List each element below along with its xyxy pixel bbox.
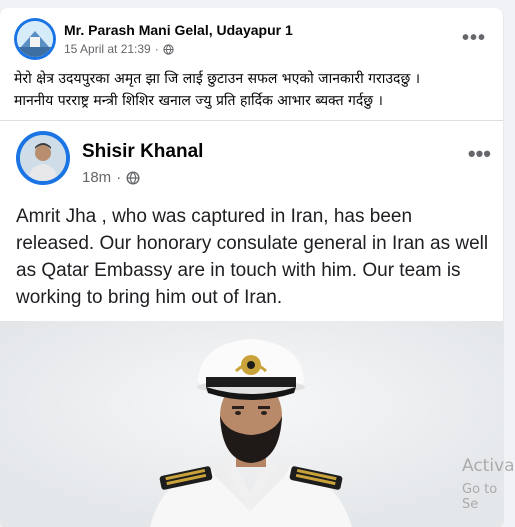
post-text: मेरो क्षेत्र उदयपुरका अमृत झा जि लाई छुट…: [14, 68, 494, 112]
post-date[interactable]: 15 April at 21:39: [64, 42, 151, 56]
post-card: Mr. Parash Mani Gelal, Udayapur 1 15 Apr…: [0, 8, 503, 527]
shared-post-text: Amrit Jha , who was captured in Iran, ha…: [16, 206, 489, 308]
avatar-image-icon: [17, 21, 53, 57]
globe-icon: [126, 170, 140, 185]
post-text-line-1: मेरो क्षेत्र उदयपुरका अमृत झा जि लाई छुट…: [14, 71, 421, 87]
shared-meta: 18m ·: [82, 169, 140, 186]
shared-post[interactable]: Shisir Khanal 18m · ••• Amrit Jha , who …: [0, 120, 503, 527]
author-avatar[interactable]: [14, 18, 56, 60]
post-author-name[interactable]: Mr. Parash Mani Gelal, Udayapur 1: [64, 22, 293, 38]
shared-post-header: Shisir Khanal 18m · •••: [16, 131, 491, 187]
shared-author-avatar[interactable]: [16, 131, 70, 185]
more-options-icon[interactable]: •••: [462, 28, 486, 48]
post-header: Mr. Parash Mani Gelal, Udayapur 1 15 Apr…: [14, 18, 494, 62]
post-text-line-2: माननीय परराष्ट्र मन्त्री शिशिर खनाल ज्यु…: [14, 93, 383, 109]
shared-post-photo[interactable]: [0, 321, 503, 527]
person-avatar-icon: [20, 135, 66, 181]
watermark-title: Activa: [462, 456, 515, 476]
shared-author-name[interactable]: Shisir Khanal: [82, 141, 203, 163]
globe-icon: [163, 43, 174, 55]
activate-windows-watermark: Activa Go to Se: [462, 456, 515, 512]
post-meta: 15 April at 21:39 ·: [64, 42, 174, 56]
watermark-subtitle: Go to Se: [462, 482, 498, 512]
shared-more-options-icon[interactable]: •••: [468, 143, 491, 165]
officer-photo-icon: [0, 321, 503, 527]
shared-time[interactable]: 18m: [82, 169, 111, 186]
